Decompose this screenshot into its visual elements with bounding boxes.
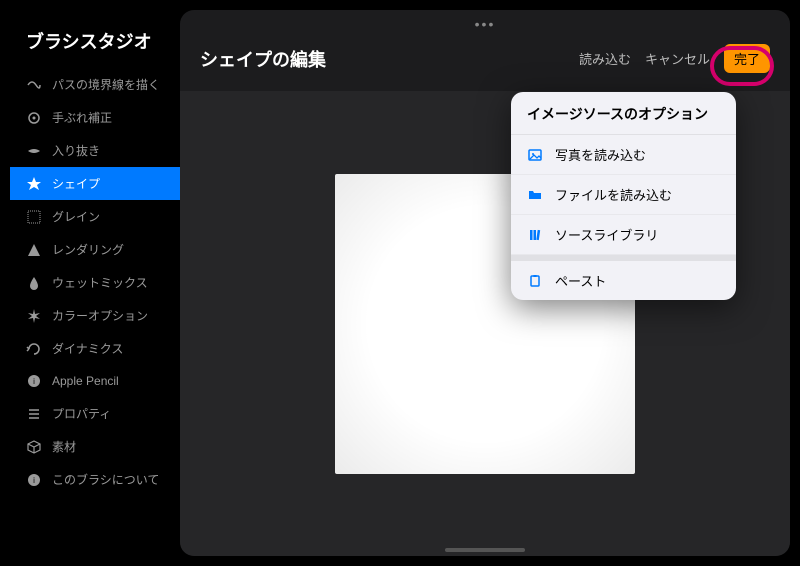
- sidebar-item-dynamics[interactable]: ダイナミクス: [10, 332, 180, 365]
- sidebar-item-label: シェイプ: [52, 175, 100, 192]
- library-icon: [527, 227, 543, 243]
- toolbar: シェイプの編集 読み込む キャンセル 完了: [180, 32, 790, 87]
- render-icon: [26, 242, 42, 258]
- svg-text:i: i: [33, 377, 35, 386]
- sidebar-item-label: レンダリング: [52, 241, 124, 258]
- sidebar-item-pencil[interactable]: i Apple Pencil: [10, 365, 180, 397]
- sidebar-item-label: パスの境界線を描く: [52, 76, 160, 93]
- about-icon: i: [26, 472, 42, 488]
- sidebar-item-stabilize[interactable]: 手ぶれ補正: [10, 101, 180, 134]
- image-source-popover: イメージソースのオプション 写真を読み込む ファイルを読み込む ソースライブラリ…: [511, 92, 736, 300]
- photo-icon: [527, 147, 543, 163]
- sidebar-item-label: Apple Pencil: [52, 374, 119, 388]
- sidebar-item-label: 素材: [52, 438, 76, 455]
- popover-item-photo[interactable]: 写真を読み込む: [511, 135, 736, 175]
- dynamics-icon: [26, 341, 42, 357]
- sidebar-item-label: ウェットミックス: [52, 274, 148, 291]
- shape-icon: [26, 176, 42, 192]
- popover-item-label: 写真を読み込む: [555, 145, 646, 164]
- sidebar-item-taper[interactable]: 入り抜き: [10, 134, 180, 167]
- sidebar-item-shape[interactable]: シェイプ: [10, 167, 180, 200]
- taper-icon: [26, 143, 42, 159]
- main-panel: ••• シェイプの編集 読み込む キャンセル 完了 イメージソースのオプション …: [180, 10, 790, 556]
- sidebar-item-color[interactable]: カラーオプション: [10, 299, 180, 332]
- toolbar-actions: 読み込む キャンセル 完了: [579, 44, 770, 73]
- popover-item-label: ファイルを読み込む: [555, 185, 672, 204]
- sidebar-item-wet[interactable]: ウェットミックス: [10, 266, 180, 299]
- stabilize-icon: [26, 110, 42, 126]
- sidebar-item-label: ダイナミクス: [52, 340, 123, 357]
- sidebar-item-material[interactable]: 素材: [10, 430, 180, 463]
- sidebar-item-label: 入り抜き: [52, 142, 100, 159]
- sidebar-item-label: このブラシについて: [52, 471, 159, 488]
- sidebar-item-grain[interactable]: グレイン: [10, 200, 180, 233]
- sidebar: ブラシスタジオ パスの境界線を描く 手ぶれ補正 入り抜き シェイプ グレイン レ…: [10, 10, 180, 556]
- sidebar-item-label: 手ぶれ補正: [52, 109, 112, 126]
- path-icon: [26, 77, 42, 93]
- grain-icon: [26, 209, 42, 225]
- sidebar-item-label: カラーオプション: [52, 307, 148, 324]
- popover-item-paste[interactable]: ペースト: [511, 261, 736, 300]
- material-icon: [26, 439, 42, 455]
- page-title: シェイプの編集: [200, 46, 326, 72]
- pencil-icon: i: [26, 373, 42, 389]
- popover-item-file[interactable]: ファイルを読み込む: [511, 175, 736, 215]
- sidebar-item-render[interactable]: レンダリング: [10, 233, 180, 266]
- wet-icon: [26, 275, 42, 291]
- home-indicator: [445, 548, 525, 552]
- import-button[interactable]: 読み込む: [579, 49, 631, 68]
- clipboard-icon: [527, 273, 543, 289]
- sidebar-item-props[interactable]: プロパティ: [10, 397, 180, 430]
- popover-title: イメージソースのオプション: [511, 92, 736, 135]
- cancel-button[interactable]: キャンセル: [645, 49, 710, 68]
- color-icon: [26, 308, 42, 324]
- sidebar-item-about[interactable]: i このブラシについて: [10, 463, 180, 496]
- sidebar-item-label: グレイン: [52, 208, 100, 225]
- svg-text:i: i: [33, 476, 35, 485]
- sidebar-item-path[interactable]: パスの境界線を描く: [10, 68, 180, 101]
- sidebar-item-label: プロパティ: [52, 405, 111, 422]
- sidebar-title: ブラシスタジオ: [10, 18, 180, 68]
- popover-item-label: ソースライブラリ: [555, 225, 658, 244]
- popover-item-library[interactable]: ソースライブラリ: [511, 215, 736, 255]
- props-icon: [26, 406, 42, 422]
- popover-item-label: ペースト: [555, 271, 606, 290]
- folder-icon: [527, 187, 543, 203]
- drag-handle-icon[interactable]: •••: [180, 10, 790, 32]
- done-button[interactable]: 完了: [724, 44, 770, 73]
